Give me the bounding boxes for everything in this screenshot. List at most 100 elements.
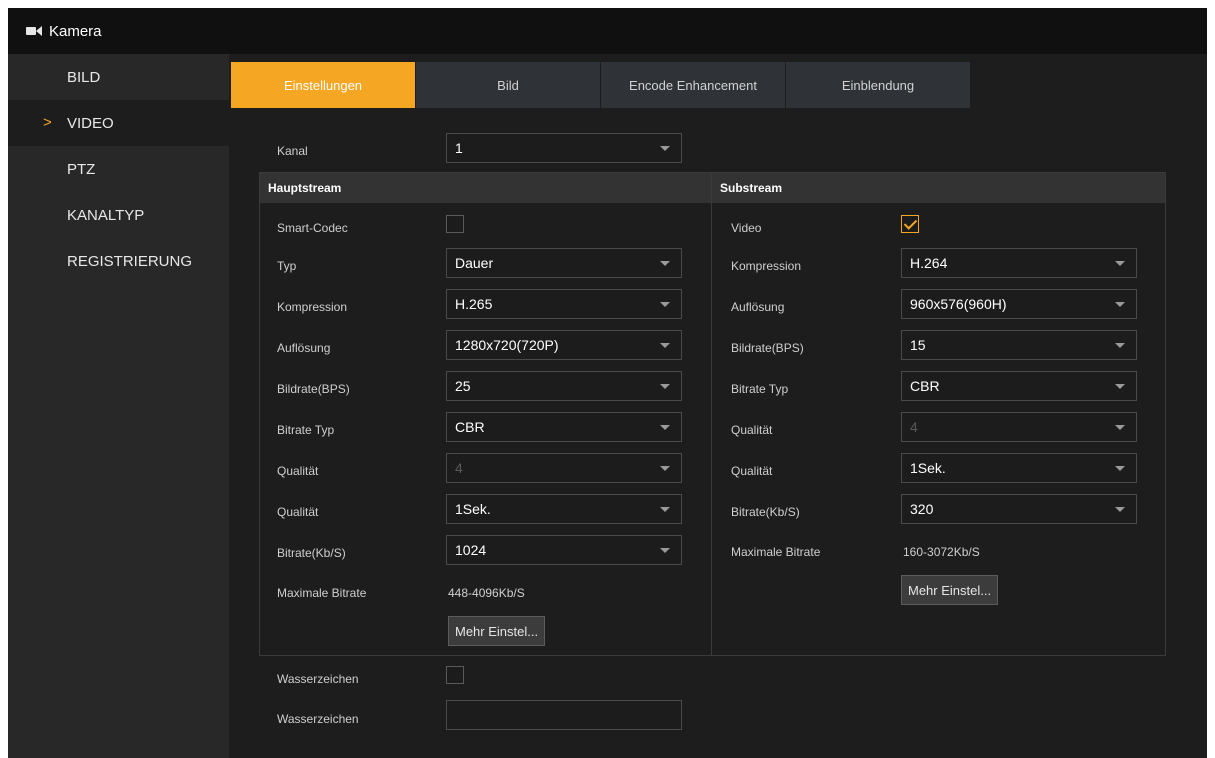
compression-label: Kompression <box>277 300 348 314</box>
iframe-interval-select[interactable]: 1Sek. <box>446 494 682 524</box>
dropdown-arrow-icon <box>660 261 670 266</box>
dropdown-arrow-icon <box>1115 507 1125 512</box>
sub-bitrate-select[interactable]: 320 <box>901 494 1137 524</box>
sub-bitrate-type-label: Bitrate Typ <box>731 382 789 396</box>
bitrate-label: Bitrate(Kb/S) <box>277 546 346 560</box>
sidebar-item-label: KANALTYP <box>67 206 145 224</box>
dropdown-arrow-icon <box>1115 466 1125 471</box>
dropdown-arrow-icon <box>660 302 670 307</box>
iframe-interval-value: 1Sek. <box>455 501 491 517</box>
camera-settings-window: Kamera BILD > VIDEO PTZ KANALTYP REGISTRI… <box>8 8 1207 758</box>
sub-resolution-value: 960x576(960H) <box>910 296 1007 312</box>
dropdown-arrow-icon <box>1115 425 1125 430</box>
sub-quality-select: 4 <box>901 412 1137 442</box>
quality-select: 4 <box>446 453 682 483</box>
sub-max-bitrate-value: 160-3072Kb/S <box>903 545 980 559</box>
sub-bitrate-value: 320 <box>910 501 934 517</box>
sub-framerate-select[interactable]: 15 <box>901 330 1137 360</box>
sub-compression-select[interactable]: H.264 <box>901 248 1137 278</box>
camera-icon <box>26 26 42 36</box>
sub-video-checkbox[interactable] <box>901 215 919 233</box>
dropdown-arrow-icon <box>660 425 670 430</box>
bitrate-type-value: CBR <box>455 419 485 435</box>
watermark-text-input[interactable] <box>446 700 682 730</box>
dropdown-arrow-icon <box>660 548 670 553</box>
sidebar-item-label: BILD <box>67 68 101 86</box>
sub-compression-label: Kompression <box>731 259 802 273</box>
channel-label: Kanal <box>277 144 308 158</box>
sub-iframe-interval-label: Qualität <box>731 464 773 478</box>
sub-bitrate-type-select[interactable]: CBR <box>901 371 1137 401</box>
max-bitrate-label: Maximale Bitrate <box>277 586 367 600</box>
sub-stream-header: Substream <box>712 173 1165 203</box>
dropdown-arrow-icon <box>1115 302 1125 307</box>
watermark-enable-label: Wasserzeichen <box>277 672 359 686</box>
sub-max-bitrate-label: Maximale Bitrate <box>731 545 821 559</box>
sub-resolution-select[interactable]: 960x576(960H) <box>901 289 1137 319</box>
title-bar: Kamera <box>8 8 1207 54</box>
sub-iframe-interval-value: 1Sek. <box>910 460 946 476</box>
sidebar-item-label: VIDEO <box>67 114 114 132</box>
sub-framerate-value: 15 <box>910 337 926 353</box>
bitrate-type-label: Bitrate Typ <box>277 423 335 437</box>
max-bitrate-value: 448-4096Kb/S <box>448 586 525 600</box>
sub-compression-value: H.264 <box>910 255 948 271</box>
bitrate-type-select[interactable]: CBR <box>446 412 682 442</box>
quality-value: 4 <box>455 460 463 476</box>
channel-select[interactable]: 1 <box>446 133 682 163</box>
sub-resolution-label: Auflösung <box>731 300 785 314</box>
sub-iframe-interval-select[interactable]: 1Sek. <box>901 453 1137 483</box>
iframe-interval-label: Qualität <box>277 505 319 519</box>
main-more-settings-button[interactable]: Mehr Einstel... <box>448 616 546 646</box>
dropdown-arrow-icon <box>660 384 670 389</box>
sub-bitrate-type-value: CBR <box>910 378 940 394</box>
compression-select[interactable]: H.265 <box>446 289 682 319</box>
sidebar-item-registrierung[interactable]: REGISTRIERUNG <box>8 238 229 284</box>
tab-einstellungen[interactable]: Einstellungen <box>231 62 415 108</box>
smart-codec-label: Smart-Codec <box>277 221 348 235</box>
sidebar-item-ptz[interactable]: PTZ <box>8 146 229 192</box>
sidebar-item-bild[interactable]: BILD <box>8 54 229 100</box>
dropdown-arrow-icon <box>660 146 670 151</box>
tab-bar: Einstellungen Bild Encode Enhancement Ei… <box>231 62 971 108</box>
sidebar: BILD > VIDEO PTZ KANALTYP REGISTRIERUNG <box>8 54 229 758</box>
watermark-checkbox[interactable] <box>446 666 464 684</box>
resolution-value: 1280x720(720P) <box>455 337 559 353</box>
channel-value: 1 <box>455 140 463 156</box>
dropdown-arrow-icon <box>1115 261 1125 266</box>
dropdown-arrow-icon <box>1115 343 1125 348</box>
chevron-right-icon: > <box>43 114 52 131</box>
sidebar-item-label: PTZ <box>67 160 96 178</box>
tab-bild[interactable]: Bild <box>416 62 600 108</box>
tab-encode-enhancement[interactable]: Encode Enhancement <box>601 62 785 108</box>
tab-einblendung[interactable]: Einblendung <box>786 62 970 108</box>
watermark-text-label: Wasserzeichen <box>277 712 359 726</box>
dropdown-arrow-icon <box>660 507 670 512</box>
type-label: Typ <box>277 259 297 273</box>
sidebar-item-label: REGISTRIERUNG <box>67 252 193 270</box>
dropdown-arrow-icon <box>660 466 670 471</box>
main-content: Einstellungen Bild Encode Enhancement Ei… <box>229 54 1207 758</box>
framerate-select[interactable]: 25 <box>446 371 682 401</box>
smart-codec-checkbox[interactable] <box>446 215 464 233</box>
sidebar-item-kanaltyp[interactable]: KANALTYP <box>8 192 229 238</box>
sub-quality-label: Qualität <box>731 423 773 437</box>
bitrate-value: 1024 <box>455 542 487 558</box>
compression-value: H.265 <box>455 296 493 312</box>
sidebar-item-video[interactable]: > VIDEO <box>8 100 229 146</box>
bitrate-select[interactable]: 1024 <box>446 535 682 565</box>
quality-label: Qualität <box>277 464 319 478</box>
main-stream-header: Hauptstream <box>260 173 711 203</box>
type-select[interactable]: Dauer <box>446 248 682 278</box>
type-value: Dauer <box>455 255 494 271</box>
resolution-select[interactable]: 1280x720(720P) <box>446 330 682 360</box>
dropdown-arrow-icon <box>660 343 670 348</box>
video-label: Video <box>731 221 762 235</box>
sub-quality-value: 4 <box>910 419 918 435</box>
sub-framerate-label: Bildrate(BPS) <box>731 341 804 355</box>
framerate-value: 25 <box>455 378 471 394</box>
sub-bitrate-label: Bitrate(Kb/S) <box>731 505 800 519</box>
dropdown-arrow-icon <box>1115 384 1125 389</box>
resolution-label: Auflösung <box>277 341 331 355</box>
sub-more-settings-button[interactable]: Mehr Einstel... <box>901 575 999 605</box>
